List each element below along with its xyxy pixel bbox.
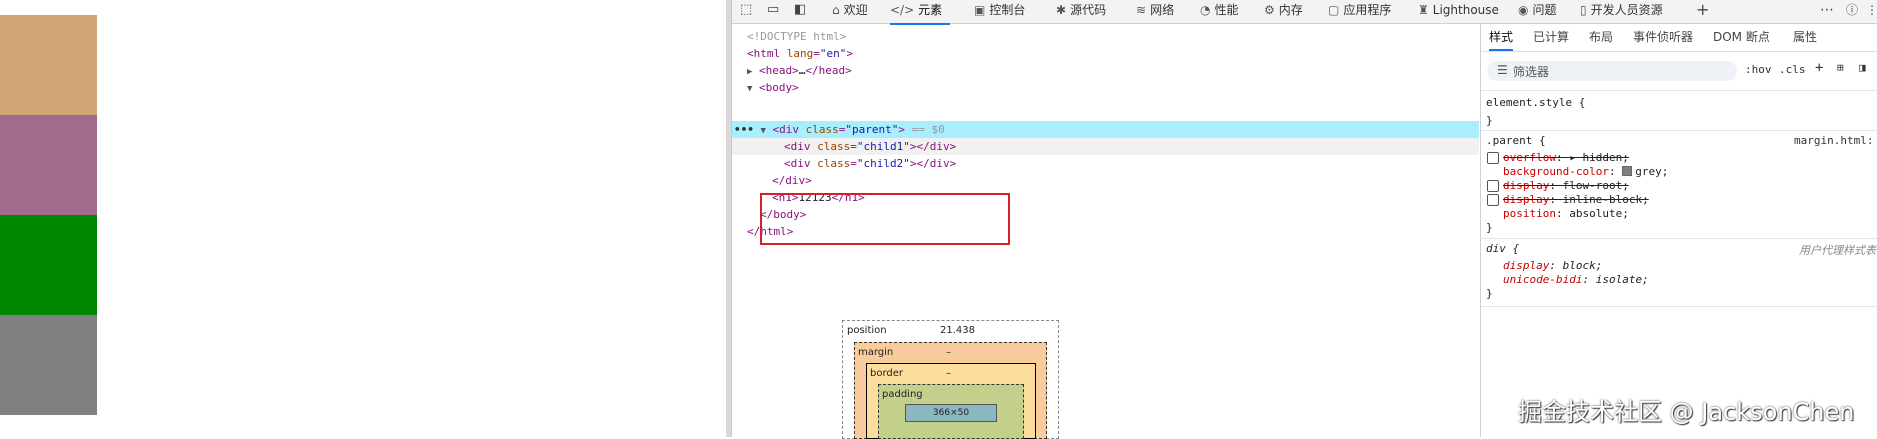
rendered-page [0, 0, 726, 437]
box-model-border-label: border [870, 368, 904, 379]
element-style-close: } [1486, 114, 1493, 127]
tab-issues[interactable]: ◉ 问题 [1518, 0, 1557, 23]
display-flow-root-declaration[interactable]: display: flow-root; [1503, 179, 1629, 193]
child1-block [0, 15, 97, 115]
tab-layout[interactable]: 布局 [1589, 24, 1613, 51]
tab-performance[interactable]: ◔ 性能 [1200, 0, 1239, 23]
div-ua-selector[interactable]: div { [1486, 242, 1519, 256]
tab-network[interactable]: ≋ 网络 [1136, 0, 1174, 23]
box-model-position-value[interactable]: 21.438 [940, 325, 975, 336]
inspect-element-icon[interactable]: ⬚ [740, 1, 752, 19]
styles-tabbar: 样式 已计算 布局 事件侦听器 DOM 断点 属性 [1481, 24, 1877, 52]
tab-application[interactable]: ▢ 应用程序 [1328, 0, 1391, 23]
child1-div-node[interactable]: <div class="child1"></div> [784, 138, 956, 155]
doctype-node[interactable]: <!DOCTYPE html> [747, 28, 846, 45]
wifi-icon: ≋ [1136, 3, 1147, 17]
toggle-display-inline-block-checkbox[interactable] [1487, 194, 1499, 206]
memory-icon: ⚙ [1264, 3, 1275, 17]
lighthouse-icon: ♜ [1418, 3, 1429, 17]
display-inline-block-declaration[interactable]: display: inline-block; [1503, 193, 1649, 207]
parent-selector[interactable]: .parent { [1486, 134, 1546, 148]
console-icon: ▣ [974, 3, 986, 17]
house-icon: ⌂ [832, 3, 840, 17]
tab-memory[interactable]: ⚙ 内存 [1264, 0, 1303, 23]
device-emulation-icon[interactable]: ▭ [767, 1, 779, 19]
element-style-selector[interactable]: element.style { [1486, 96, 1585, 110]
ua-unicode-bidi-declaration: unicode-bidi: isolate; [1503, 273, 1649, 286]
collapse-triangle-icon[interactable]: ▼ [761, 126, 766, 136]
collapse-triangle-icon[interactable]: ▼ [747, 84, 752, 94]
toggle-display-flow-root-checkbox[interactable] [1487, 180, 1499, 192]
box-model-padding-label: padding [882, 389, 923, 400]
tab-properties[interactable]: 属性 [1793, 24, 1817, 51]
tab-styles[interactable]: 样式 [1489, 24, 1514, 51]
box-model-position-label: position [847, 325, 887, 336]
hov-toggle[interactable]: :hov [1745, 63, 1772, 76]
cls-toggle[interactable]: .cls [1779, 63, 1806, 76]
bug-icon: ✱ [1056, 3, 1067, 17]
overflow-declaration[interactable]: overflow: ▸ hidden; [1503, 151, 1629, 165]
parent-rule-close: } [1486, 221, 1493, 234]
html-close-node[interactable]: </html> [747, 223, 793, 240]
body-node[interactable]: ▼ <body> [747, 79, 799, 96]
help-icon[interactable]: ⓘ [1846, 1, 1858, 19]
head-node[interactable]: ▶ <head>…</head> [747, 62, 852, 79]
box-model-border-value[interactable]: – [946, 368, 951, 379]
parent-div-node[interactable]: ••• ▼ <div class="parent"> == $0 [734, 121, 1474, 138]
gauge-icon: ◔ [1200, 3, 1211, 17]
h1-node[interactable]: <h1>12123</h1> [772, 189, 865, 206]
tab-console[interactable]: ▣ 控制台 [974, 0, 1025, 23]
position-declaration[interactable]: position: absolute; [1503, 207, 1629, 221]
tab-event-listeners[interactable]: 事件侦听器 [1633, 24, 1693, 51]
filter-icon: ☰ [1497, 63, 1508, 77]
child2-block [0, 115, 97, 215]
div-close-node[interactable]: </div> [772, 172, 812, 189]
more-options-icon[interactable]: ⋮ [1866, 1, 1877, 19]
styles-pane: 样式 已计算 布局 事件侦听器 DOM 断点 属性 ☰ 筛选器 :hov .cl… [1480, 24, 1877, 437]
tab-lighthouse[interactable]: ♜ Lighthouse [1418, 0, 1499, 23]
tab-developer-resources[interactable]: ▯ 开发人员资源 [1580, 0, 1663, 23]
more-tools-icon[interactable]: ⋯ [1820, 1, 1834, 19]
box-model-margin-label: margin [858, 347, 894, 358]
background-color-declaration[interactable]: background-color: grey; [1503, 165, 1668, 179]
user-agent-stylesheet-label: 用户代理样式表 [1799, 244, 1876, 257]
child2-div-node[interactable]: <div class="child2"></div> [784, 155, 956, 172]
expand-triangle-icon[interactable]: ▶ [747, 67, 752, 77]
toggle-overflow-checkbox[interactable] [1487, 152, 1499, 164]
code-icon: </> [890, 3, 915, 17]
tab-welcome[interactable]: ⌂ 欢迎 [832, 0, 868, 23]
parent-block-green [0, 215, 97, 315]
box-model-margin-value[interactable]: – [946, 347, 951, 358]
ua-display-declaration: display: block; [1503, 259, 1603, 272]
color-swatch[interactable] [1622, 166, 1633, 176]
computed-styles-icon[interactable]: ⊞ [1837, 61, 1844, 74]
parent-rule-source-link[interactable]: margin.html: [1794, 134, 1877, 147]
app-icon: ▢ [1328, 3, 1340, 17]
new-rule-icon[interactable]: + [1815, 60, 1823, 76]
toggle-sidebar-icon[interactable]: ◨ [1859, 61, 1866, 74]
dock-side-icon[interactable]: ◧ [794, 1, 806, 19]
devtools-toolbar: ⬚ ▭ ◧ ⌂ 欢迎 </> 元素 ▣ 控制台 ✱ 源代码 ≋ 网络 ◔ 性能 ⚙ 内存 ▢ 应… [732, 0, 1877, 25]
body-close-node[interactable]: </body> [760, 206, 806, 223]
tab-dom-breakpoints[interactable]: DOM 断点 [1713, 24, 1770, 51]
expand-triangle-icon[interactable]: ▸ [1569, 151, 1576, 164]
watermark-text: 掘金技术社区 @ JacksonChen [1518, 398, 1855, 426]
div-rule-close: } [1486, 287, 1493, 300]
bulb-icon: ◉ [1518, 3, 1529, 17]
add-tab-icon[interactable]: + [1696, 1, 1709, 19]
node-actions-icon[interactable]: ••• [734, 123, 754, 136]
device-icon: ▯ [1580, 3, 1587, 17]
tab-elements[interactable]: </> 元素 [890, 0, 951, 25]
box-model-content[interactable]: 366×50 [905, 404, 997, 422]
html-node[interactable]: <html lang="en"> [747, 45, 853, 62]
styles-filter-input[interactable]: ☰ 筛选器 [1487, 61, 1737, 81]
parent-block-grey [0, 315, 97, 415]
tab-sources[interactable]: ✱ 源代码 [1056, 0, 1106, 23]
tab-computed[interactable]: 已计算 [1533, 24, 1569, 51]
